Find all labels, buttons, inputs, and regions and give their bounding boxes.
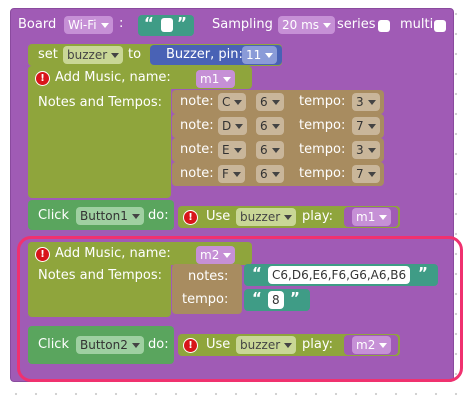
series-label: series <box>337 17 376 32</box>
pin-value: 11 <box>246 48 262 62</box>
tempo-label: tempo: <box>299 142 346 157</box>
open-quote-icon: “ <box>144 14 154 32</box>
chevron-down-icon <box>233 147 242 153</box>
note-label: note: <box>180 118 214 133</box>
note-pitch-dropdown[interactable]: D <box>218 117 248 135</box>
multi-label: multi <box>400 17 434 32</box>
chevron-down-icon <box>271 99 280 105</box>
note-octave-value: 6 <box>260 119 268 133</box>
buzzer-pin-label: Buzzer, pin: <box>166 47 243 62</box>
board-colon: : <box>119 16 124 31</box>
note-pitch-value: C <box>222 95 231 109</box>
chevron-down-icon <box>111 52 120 58</box>
note-pitch-dropdown[interactable]: C <box>218 93 247 111</box>
note-label: note: <box>180 94 214 109</box>
notes-tempos-label-m1: Notes and Tempos: <box>38 95 163 110</box>
use-variable-value-1: buzzer <box>240 210 281 224</box>
chevron-down-icon <box>271 171 280 177</box>
sampling-label: Sampling <box>212 17 273 32</box>
note-pitch-value: F <box>222 167 229 181</box>
sampling-value: 20 ms <box>282 18 320 32</box>
note-label: note: <box>180 166 214 181</box>
tempo-dropdown[interactable]: 7 <box>352 117 380 135</box>
close-quote-icon: ” <box>177 14 187 32</box>
music-name-dropdown-m1[interactable]: m1 <box>196 70 236 88</box>
tempo-label: tempo: <box>299 94 346 109</box>
note-label: note: <box>180 142 214 157</box>
warning-icon[interactable]: ! <box>183 210 198 225</box>
button-dropdown-1[interactable]: Button1 <box>76 207 144 225</box>
note-pitch-value: E <box>222 143 230 157</box>
chevron-down-icon <box>271 123 280 129</box>
multi-checkbox[interactable] <box>434 20 446 32</box>
chevron-down-icon <box>379 214 388 220</box>
chevron-down-icon <box>367 123 376 129</box>
chevron-down-icon <box>235 123 244 129</box>
note-pitch-value: D <box>222 119 232 133</box>
note-octave-dropdown[interactable]: 6 <box>256 93 284 111</box>
tempo-dropdown[interactable]: 7 <box>352 165 380 183</box>
tempo-value: 7 <box>356 119 364 133</box>
chevron-down-icon <box>234 99 243 105</box>
tempo-value: 3 <box>356 95 364 109</box>
set-variable-dropdown[interactable]: buzzer <box>63 46 124 64</box>
add-music-label-m1: Add Music, name: <box>55 70 171 85</box>
set-variable-value: buzzer <box>67 48 108 62</box>
chevron-down-icon <box>367 171 376 177</box>
tempo-dropdown[interactable]: 3 <box>352 93 380 111</box>
tempo-label: tempo: <box>299 118 346 133</box>
empty-string-input[interactable] <box>161 18 173 32</box>
note-octave-dropdown[interactable]: 6 <box>256 165 284 183</box>
note-octave-value: 6 <box>260 95 268 109</box>
chevron-down-icon <box>223 76 232 82</box>
play-label: play: <box>302 209 333 224</box>
music-name-value-m1: m1 <box>200 72 220 86</box>
board-label: Board <box>18 17 57 32</box>
highlight-frame <box>17 236 463 382</box>
chevron-down-icon <box>100 22 109 28</box>
series-checkbox[interactable] <box>378 20 390 32</box>
note-octave-value: 6 <box>260 167 268 181</box>
music-ref-value-1: m1 <box>356 210 376 224</box>
warning-icon[interactable]: ! <box>35 71 50 86</box>
tempo-value: 7 <box>356 167 364 181</box>
tempo-label: tempo: <box>299 166 346 181</box>
music-ref-dropdown-1[interactable]: m1 <box>352 208 392 226</box>
note-octave-dropdown[interactable]: 6 <box>256 141 284 159</box>
chevron-down-icon <box>265 52 274 58</box>
button-value-1: Button1 <box>80 209 128 223</box>
set-label: set <box>38 47 58 62</box>
click-label: Click <box>38 208 69 223</box>
note-octave-dropdown[interactable]: 6 <box>256 117 284 135</box>
chevron-down-icon <box>131 213 140 219</box>
do-label: do: <box>148 208 169 223</box>
connection-value: Wi-Fi <box>68 18 97 32</box>
chevron-down-icon <box>284 214 293 220</box>
use-label: Use <box>206 209 231 224</box>
tempo-dropdown[interactable]: 3 <box>352 141 380 159</box>
note-pitch-dropdown[interactable]: E <box>218 141 246 159</box>
tempo-value: 3 <box>356 143 364 157</box>
to-label: to <box>128 47 142 62</box>
chevron-down-icon <box>232 171 241 177</box>
connection-dropdown[interactable]: Wi-Fi <box>64 16 113 34</box>
use-variable-dropdown-1[interactable]: buzzer <box>236 208 297 226</box>
chevron-down-icon <box>367 99 376 105</box>
chevron-down-icon <box>367 147 376 153</box>
pin-dropdown[interactable]: 11 <box>242 46 278 64</box>
note-octave-value: 6 <box>260 143 268 157</box>
sampling-dropdown[interactable]: 20 ms <box>278 16 336 34</box>
chevron-down-icon <box>323 22 332 28</box>
note-pitch-dropdown[interactable]: F <box>218 165 245 183</box>
chevron-down-icon <box>271 147 280 153</box>
